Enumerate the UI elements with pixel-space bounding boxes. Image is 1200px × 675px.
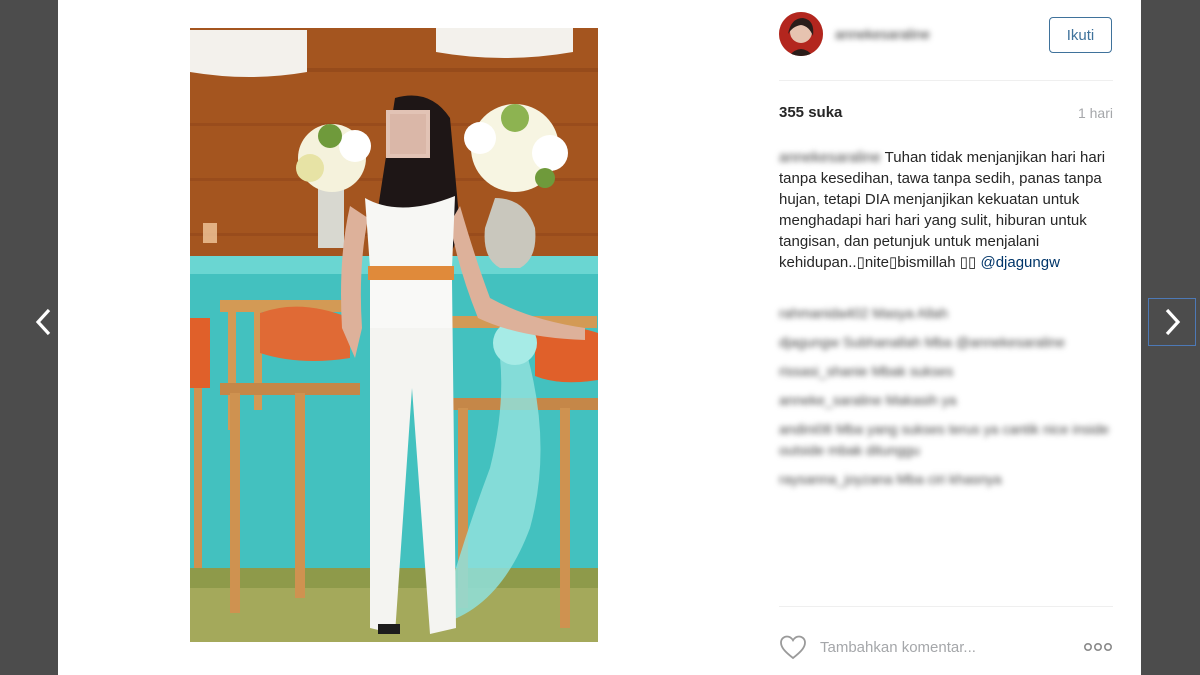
- post-modal: annekesaraline Ikuti 355 suka 1 hari ann…: [58, 0, 1141, 675]
- ellipsis-icon[interactable]: [1083, 638, 1113, 656]
- heart-icon[interactable]: [779, 634, 807, 660]
- chevron-left-icon: [35, 308, 51, 336]
- comment: andini08 Mba yang sukses terus ya cantik…: [779, 421, 1109, 458]
- post-sidebar: annekesaraline Ikuti 355 suka 1 hari ann…: [779, 0, 1113, 675]
- post-photo[interactable]: [190, 28, 598, 642]
- comment-input[interactable]: [820, 636, 1050, 658]
- divider: [779, 606, 1113, 607]
- comment: rahmanida402 Masya Allah: [779, 305, 948, 321]
- post-image: [190, 28, 598, 642]
- follow-button[interactable]: Ikuti: [1049, 17, 1112, 53]
- post-time[interactable]: 1 hari: [1078, 105, 1113, 121]
- comment: anneke_saraline Makasih ya: [779, 392, 957, 408]
- username[interactable]: annekesaraline: [835, 26, 930, 42]
- comment: rissasi_shanie Mbak sukses: [779, 363, 954, 379]
- comment-list: rahmanida402 Masya Allah djagungw Subhan…: [779, 303, 1113, 498]
- comment: djagungw Subhanallah Mba @annekesaraline: [779, 334, 1065, 350]
- chevron-right-icon: [1165, 308, 1181, 336]
- like-count[interactable]: 355 suka: [779, 104, 842, 121]
- avatar[interactable]: [779, 12, 823, 56]
- post-header: annekesaraline Ikuti: [779, 12, 1113, 60]
- caption-text: Tuhan tidak menjanjikan hari hari tanpa …: [779, 149, 1106, 271]
- divider: [779, 80, 1113, 81]
- caption-username[interactable]: annekesaraline: [779, 149, 881, 166]
- caption-mention[interactable]: @djagungw: [980, 254, 1059, 271]
- photo-area: [58, 0, 758, 675]
- avatar-image: [779, 12, 823, 56]
- next-post-button[interactable]: [1148, 298, 1196, 346]
- comment: raysanna_joyzana Mba ciri khasnya: [779, 471, 1002, 487]
- caption: annekesaraline Tuhan tidak menjanjikan h…: [779, 147, 1113, 273]
